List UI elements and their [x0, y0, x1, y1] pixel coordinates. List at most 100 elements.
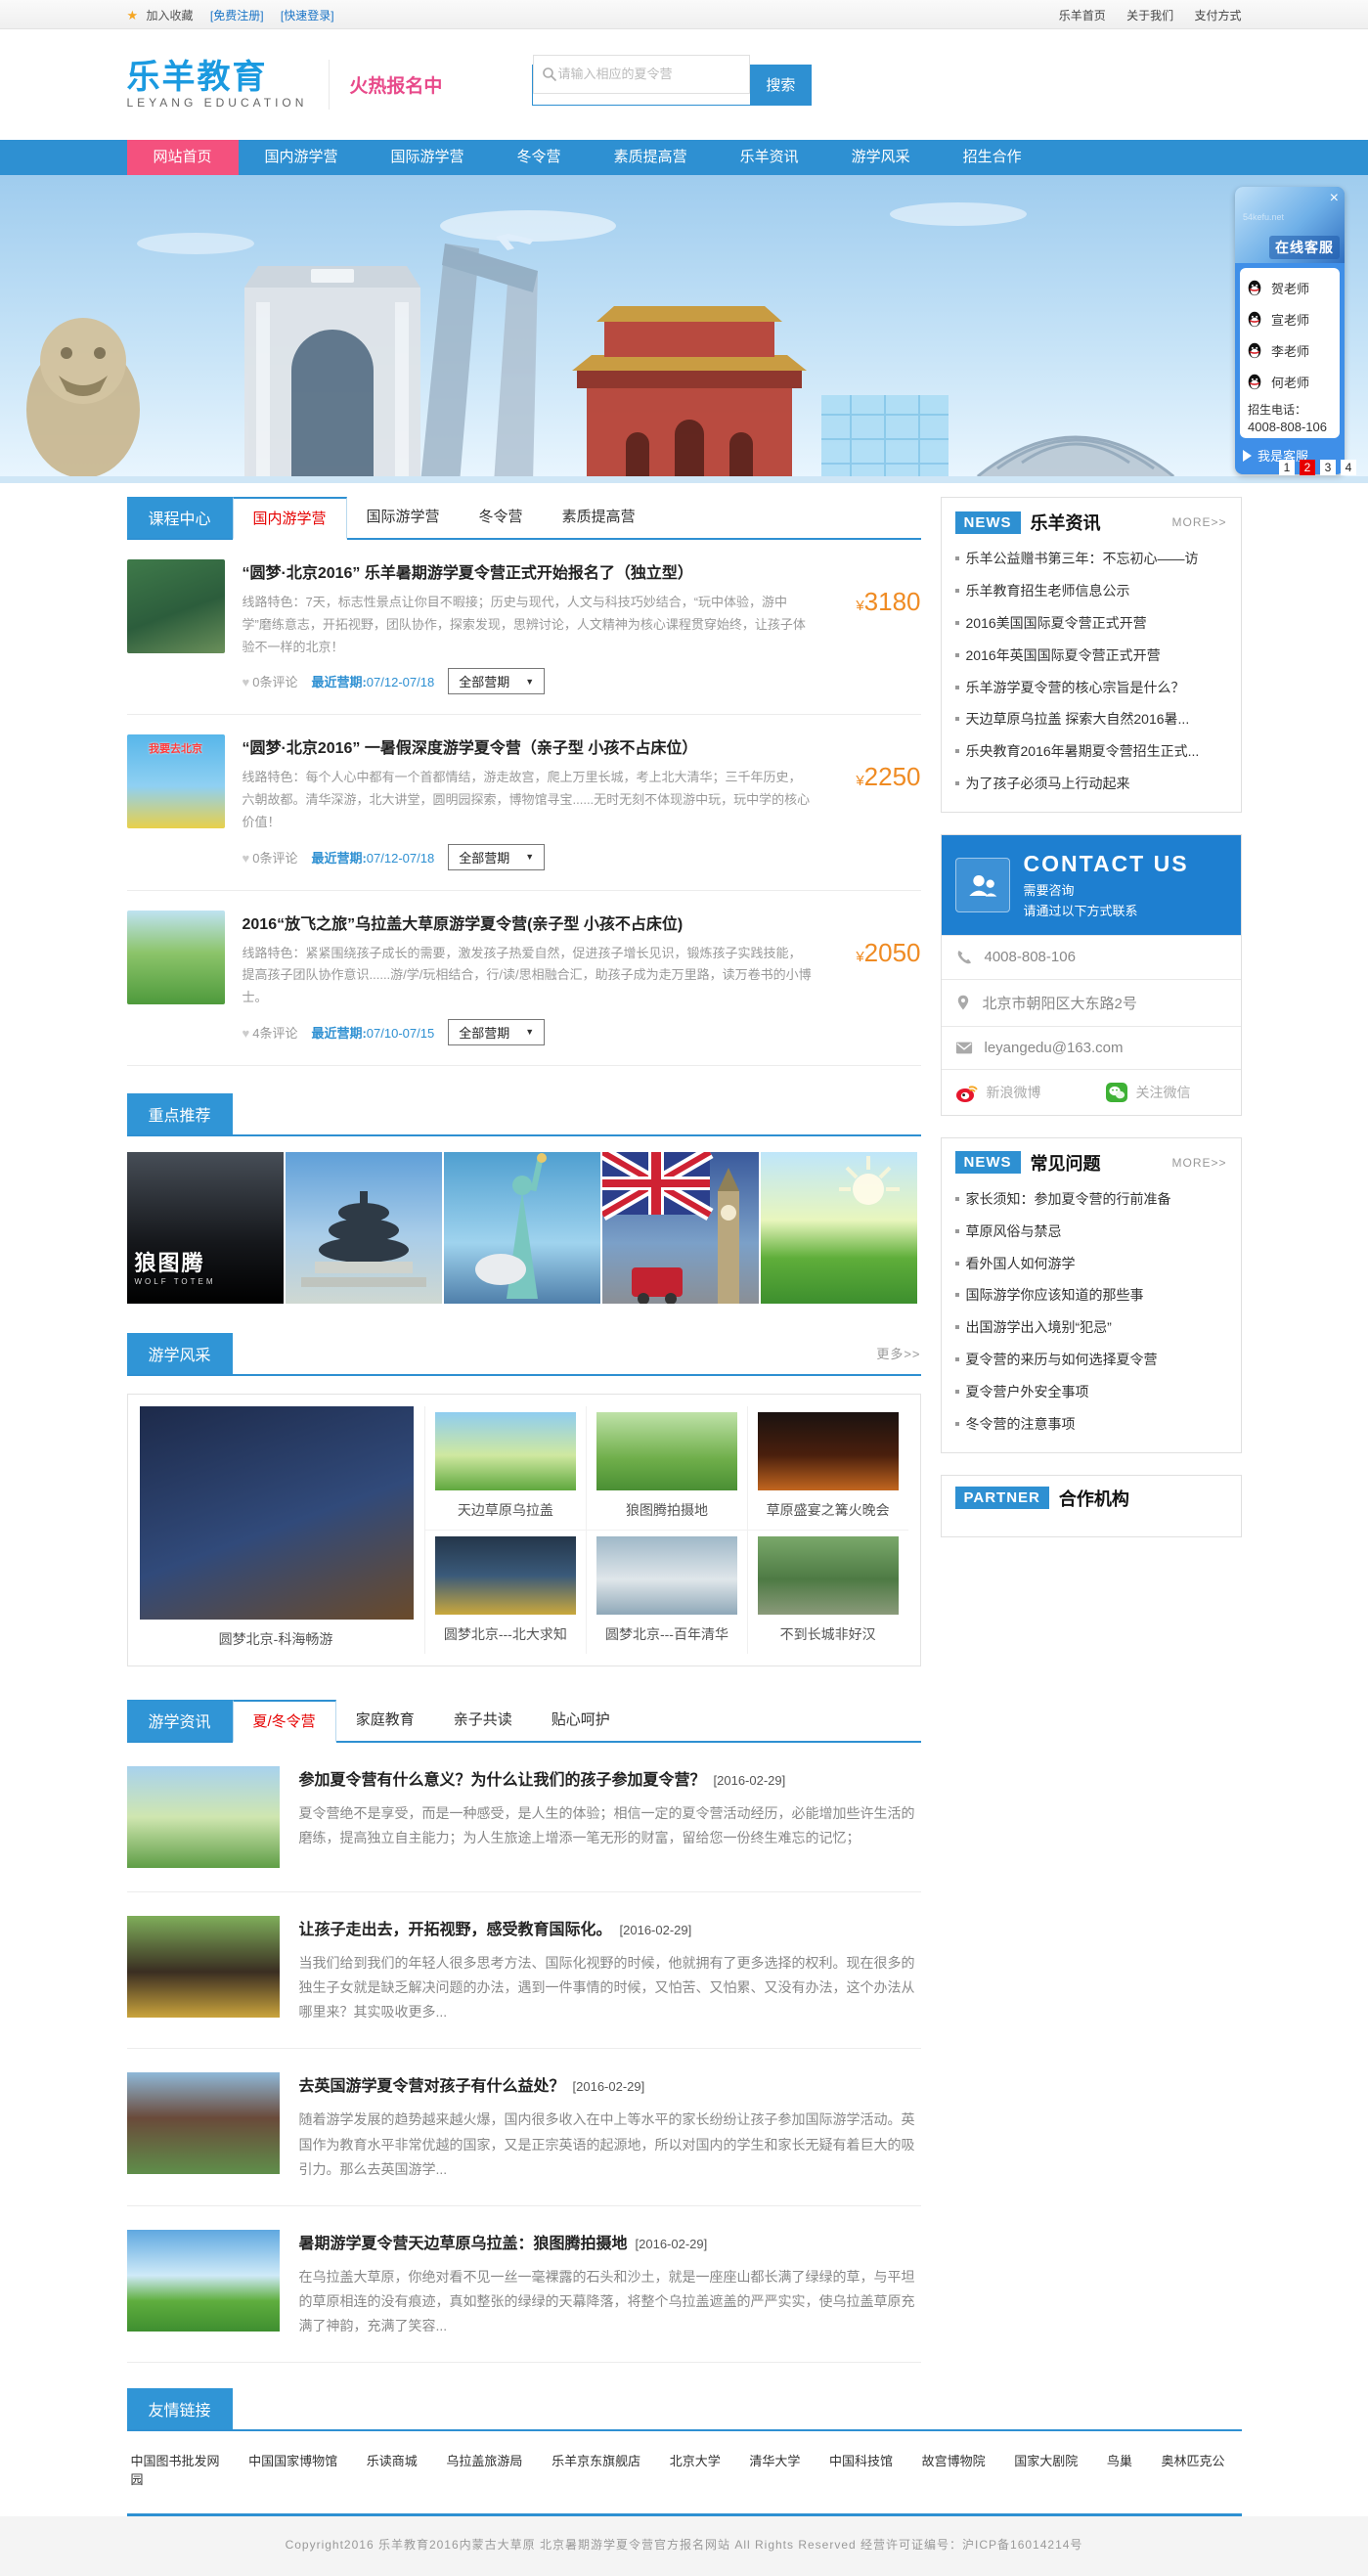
article-thumb-grassland-sky[interactable] — [127, 2230, 280, 2332]
fengcai-caption[interactable]: 天边草原乌拉盖 — [435, 1490, 577, 1520]
banner-page-3[interactable]: 3 — [1320, 460, 1336, 475]
search-button[interactable]: 搜索 — [750, 65, 811, 106]
tab-family-education[interactable]: 家庭教育 — [336, 1700, 434, 1741]
add-favorite-link[interactable]: 加入收藏 — [147, 9, 194, 22]
gallery-image-uk-big-ben[interactable] — [602, 1152, 759, 1304]
period-select[interactable]: 全部营期▼ — [448, 668, 545, 694]
faq-list-item[interactable]: 出国游学出入境别“犯忌” — [955, 1311, 1227, 1344]
news-list-item[interactable]: 乐羊游学夏令营的核心宗旨是什么？ — [955, 672, 1227, 704]
tab-winter-camp[interactable]: 冬令营 — [460, 497, 543, 538]
faq-list-item[interactable]: 冬令营的注意事项 — [955, 1408, 1227, 1441]
qq-teacher-he[interactable]: 贺老师 — [1246, 272, 1334, 303]
faq-list-item[interactable]: 家长须知：参加夏令营的行前准备 — [955, 1183, 1227, 1216]
topbar-payment-link[interactable]: 支付方式 — [1194, 9, 1241, 22]
friend-link[interactable]: 国家大剧院 — [1014, 2454, 1078, 2468]
friend-link[interactable]: 北京大学 — [670, 2454, 721, 2468]
login-link[interactable]: [快速登录] — [281, 9, 334, 22]
nav-gallery[interactable]: 游学风采 — [825, 140, 937, 175]
news-list-item[interactable]: 2016美国国际夏令营正式开营 — [955, 607, 1227, 640]
banner-page-4[interactable]: 4 — [1341, 460, 1356, 475]
gallery-image-statue-of-liberty[interactable] — [444, 1152, 600, 1304]
fengcai-caption[interactable]: 狼图腾拍摄地 — [596, 1490, 737, 1520]
tab-caring[interactable]: 贴心呵护 — [532, 1700, 630, 1741]
qq-teacher-xuan[interactable]: 宣老师 — [1246, 303, 1334, 334]
news-list-item[interactable]: 天边草原乌拉盖 探索大自然2016暑... — [955, 703, 1227, 735]
article-title[interactable]: 让孩子走出去，开拓视野，感受教育国际化。[2016-02-29] — [299, 1916, 921, 1939]
faq-more-link[interactable]: MORE>> — [1171, 1156, 1226, 1170]
fengcai-photo-peking-university[interactable] — [435, 1536, 577, 1615]
article-title[interactable]: 去英国游学夏令营对孩子有什么益处？[2016-02-29] — [299, 2072, 921, 2096]
friend-link[interactable]: 乐读商城 — [367, 2454, 418, 2468]
friend-link[interactable]: 中国图书批发网 — [131, 2454, 220, 2468]
fengcai-caption[interactable]: 不到长城非好汉 — [758, 1615, 899, 1644]
tab-quality-camp[interactable]: 素质提高营 — [543, 497, 655, 538]
nav-news[interactable]: 乐羊资讯 — [714, 140, 825, 175]
news-list-item[interactable]: 2016年英国国际夏令营正式开营 — [955, 640, 1227, 672]
banner-page-1[interactable]: 1 — [1279, 460, 1295, 475]
qq-teacher-li[interactable]: 李老师 — [1246, 334, 1334, 366]
qq-teacher-he2[interactable]: 何老师 — [1246, 366, 1334, 397]
search-input[interactable] — [557, 67, 741, 81]
news-list-item[interactable]: 乐羊公益赠书第三年：不忘初心——访 — [955, 543, 1227, 575]
faq-list-item[interactable]: 看外国人如何游学 — [955, 1248, 1227, 1280]
friend-link[interactable]: 故宫博物院 — [922, 2454, 986, 2468]
friend-link[interactable]: 中国科技馆 — [829, 2454, 893, 2468]
topbar-about-link[interactable]: 关于我们 — [1126, 9, 1173, 22]
gallery-image-temple-of-heaven[interactable] — [286, 1152, 442, 1304]
nav-international-camp[interactable]: 国际游学营 — [365, 140, 491, 175]
tab-parent-child-reading[interactable]: 亲子共读 — [434, 1700, 532, 1741]
nav-cooperation[interactable]: 招生合作 — [937, 140, 1048, 175]
news-more-link[interactable]: MORE>> — [1171, 515, 1226, 529]
nav-quality-camp[interactable]: 素质提高营 — [588, 140, 714, 175]
friend-link[interactable]: 鸟巢 — [1107, 2454, 1132, 2468]
course-thumbnail-beijing-kids[interactable]: 我要去北京 — [127, 734, 225, 828]
friend-link[interactable]: 乐羊京东旗舰店 — [552, 2454, 640, 2468]
tab-international-camp[interactable]: 国际游学营 — [347, 497, 460, 538]
friend-link[interactable]: 中国国家博物馆 — [248, 2454, 337, 2468]
news-list-item[interactable]: 乐羊教育招生老师信息公示 — [955, 575, 1227, 607]
faq-list-item[interactable]: 夏令营户外安全事项 — [955, 1376, 1227, 1408]
nav-winter-camp[interactable]: 冬令营 — [491, 140, 588, 175]
fengcai-more-link[interactable]: 更多>> — [876, 1344, 920, 1362]
weibo-link[interactable]: 新浪微博 — [942, 1070, 1091, 1115]
article-title[interactable]: 暑期游学夏令营天边草原乌拉盖：狼图腾拍摄地[2016-02-29] — [299, 2230, 921, 2253]
gallery-image-grassland[interactable] — [761, 1152, 917, 1304]
fengcai-caption[interactable]: 圆梦北京---百年清华 — [596, 1615, 737, 1644]
gallery-image-wolf-totem[interactable]: 狼图腾WOLF TOTEM — [127, 1152, 284, 1304]
course-thumbnail-grassland[interactable] — [127, 910, 225, 1004]
tab-summer-winter-camp[interactable]: 夏/冬令营 — [233, 1700, 336, 1743]
fengcai-photo-horse-riding[interactable] — [596, 1412, 737, 1490]
course-title[interactable]: “圆梦·北京2016” 乐羊暑期游学夏令营正式开始报名了（独立型） — [243, 559, 814, 583]
article-thumb-uk-students[interactable] — [127, 2072, 280, 2174]
faq-list-item[interactable]: 国际游学你应该知道的那些事 — [955, 1279, 1227, 1311]
banner-page-2[interactable]: 2 — [1300, 460, 1315, 475]
period-select[interactable]: 全部营期▼ — [448, 844, 545, 870]
faq-list-item[interactable]: 草原风俗与禁忌 — [955, 1216, 1227, 1248]
fengcai-main-caption[interactable]: 圆梦北京-科海畅游 — [140, 1620, 413, 1649]
course-title[interactable]: “圆梦·北京2016” 一暑假深度游学夏令营（亲子型 小孩不占床位） — [243, 734, 814, 758]
course-thumbnail-great-wall[interactable] — [127, 559, 225, 653]
friend-link[interactable]: 乌拉盖旅游局 — [446, 2454, 522, 2468]
fengcai-photo-grassland-play[interactable] — [435, 1412, 577, 1490]
friend-link[interactable]: 清华大学 — [749, 2454, 800, 2468]
close-icon[interactable]: × — [1330, 191, 1339, 206]
article-title[interactable]: 参加夏令营有什么意义？为什么让我们的孩子参加夏令营？[2016-02-29] — [299, 1766, 921, 1790]
fengcai-caption[interactable]: 草原盛宴之篝火晚会 — [758, 1490, 899, 1520]
fengcai-photo-bonfire-party[interactable] — [758, 1412, 899, 1490]
topbar-home-link[interactable]: 乐羊首页 — [1059, 9, 1106, 22]
news-list-item[interactable]: 为了孩子必须马上行动起来 — [955, 768, 1227, 800]
fengcai-photo-tsinghua-gate[interactable] — [596, 1536, 737, 1615]
fengcai-main-photo-science-ride[interactable] — [140, 1406, 414, 1620]
article-thumb-kids-trophy[interactable] — [127, 1916, 280, 2018]
register-link[interactable]: [免费注册] — [210, 9, 264, 22]
fengcai-caption[interactable]: 圆梦北京---北大求知 — [435, 1615, 577, 1644]
course-title[interactable]: 2016“放飞之旅”乌拉盖大草原游学夏令营(亲子型 小孩不占床位) — [243, 910, 814, 934]
wechat-link[interactable]: 关注微信 — [1091, 1070, 1241, 1115]
nav-home[interactable]: 网站首页 — [127, 140, 239, 175]
fengcai-photo-great-wall[interactable] — [758, 1536, 899, 1615]
period-select[interactable]: 全部营期▼ — [448, 1019, 545, 1045]
news-list-item[interactable]: 乐央教育2016年暑期夏令营招生正式... — [955, 735, 1227, 768]
faq-list-item[interactable]: 夏令营的来历与如何选择夏令营 — [955, 1344, 1227, 1376]
tab-domestic-camp[interactable]: 国内游学营 — [233, 497, 347, 540]
nav-domestic-camp[interactable]: 国内游学营 — [239, 140, 365, 175]
